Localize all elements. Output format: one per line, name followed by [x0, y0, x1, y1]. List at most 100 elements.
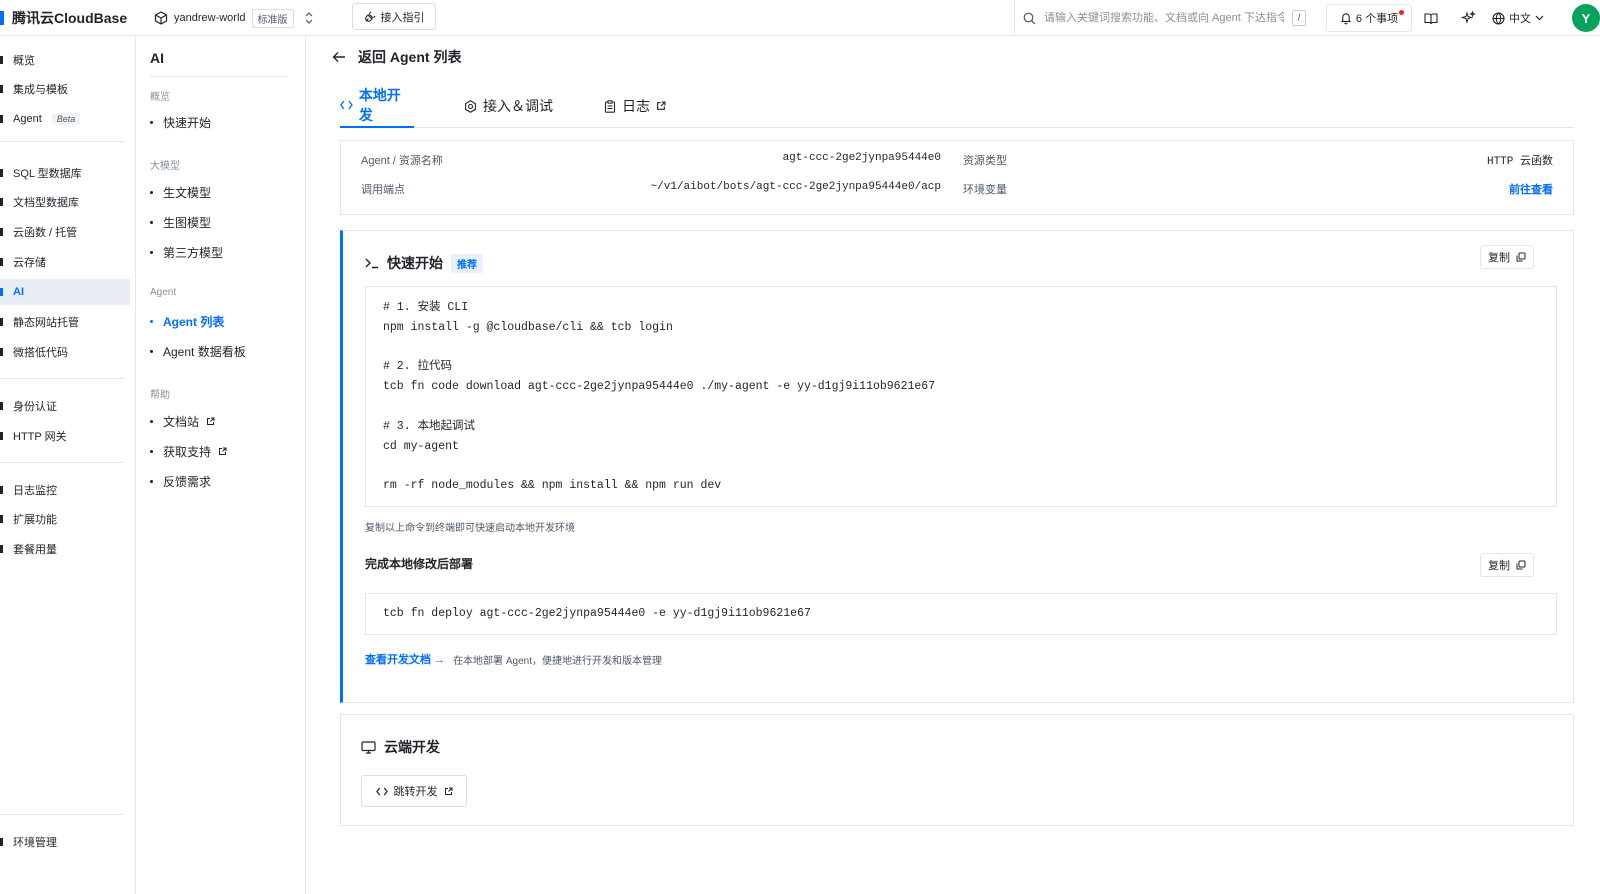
agent-info-card: Agent / 资源名称 agt-ccc-2ge2jynpa95444e0 资源… — [340, 140, 1574, 215]
jump-label: 跳转开发 — [393, 786, 438, 798]
subnav-item-agent-list[interactable]: Agent 列表 — [150, 313, 224, 330]
sidebar-item-log-monitor[interactable]: 日志监控 — [0, 477, 130, 503]
back-to-agent-list[interactable]: 返回 Agent 列表 — [332, 46, 461, 68]
dev-doc-description: 在本地部署 Agent，便捷地进行开发和版本管理 — [453, 655, 662, 667]
bell-icon — [1340, 12, 1352, 24]
sidebar-item-label: HTTP 网关 — [13, 431, 67, 443]
external-link-icon — [657, 101, 666, 110]
sidebar-item-agent[interactable]: Agent Beta — [0, 106, 130, 132]
resource-name-value: agt-ccc-2ge2jynpa95444e0 — [782, 152, 941, 164]
env-plan-badge: 标准版 — [251, 8, 294, 28]
search-shortcut-key: / — [1292, 10, 1306, 26]
subnav-group-label: 概览 — [150, 92, 170, 103]
avatar[interactable]: Y — [1572, 4, 1600, 32]
subnav-item-label: 第三方模型 — [163, 246, 224, 260]
sidebar-item-label: 概览 — [13, 55, 35, 67]
sidebar-item-static-hosting[interactable]: 静态网站托管 — [0, 309, 130, 335]
sidebar-item-label: Agent — [13, 113, 42, 125]
globe-icon — [1492, 11, 1505, 25]
docs-book-button[interactable] — [1422, 9, 1440, 27]
sidebar-item-ai[interactable]: AI — [0, 279, 130, 305]
sidebar-item-usage[interactable]: 套餐用量 — [0, 536, 130, 562]
brand-logo[interactable]: 腾讯云CloudBase — [0, 0, 127, 36]
sidebar-item-integrations[interactable]: 集成与模板 — [0, 76, 130, 102]
sidebar-item-label: 文档型数据库 — [13, 197, 79, 209]
terminal-icon — [365, 258, 378, 269]
cloud-dev-card: 云端开发 跳转开发 — [340, 714, 1574, 826]
subnav-item-feedback[interactable]: 反馈需求 — [150, 473, 211, 490]
subnav-item-support[interactable]: 获取支持 — [150, 443, 227, 460]
subnav-item-quickstart[interactable]: 快速开始 — [150, 114, 211, 131]
nav-divider — [0, 378, 124, 379]
tab-label: 接入＆调试 — [483, 98, 553, 114]
sidebar-item-label: AI — [13, 286, 24, 298]
deploy-code-block[interactable]: tcb fn deploy agt-ccc-2ge2jynpa95444e0 -… — [365, 593, 1557, 635]
subnav-item-agent-dashboard[interactable]: Agent 数据看板 — [150, 343, 246, 360]
sidebar-item-http-gateway[interactable]: HTTP 网关 — [0, 423, 130, 449]
nav-marker — [0, 85, 3, 93]
subnav-item-label: 文档站 — [163, 415, 200, 429]
quickstart-hint: 复制以上命令到终端即可快速启动本地开发环境 — [365, 523, 575, 534]
sidebar-item-label: 扩展功能 — [13, 514, 57, 526]
subnav-item-text-models[interactable]: 生文模型 — [150, 184, 211, 201]
language-label: 中文 — [1509, 13, 1531, 25]
sidebar-item-auth[interactable]: 身份认证 — [0, 393, 130, 419]
arrow-left-icon — [332, 52, 345, 62]
subnav-item-label: 反馈需求 — [163, 475, 212, 489]
env-vars-link[interactable]: 前往查看 — [1509, 181, 1553, 197]
search-input[interactable] — [1044, 12, 1284, 24]
sparkle-icon — [1460, 10, 1476, 24]
copy-label: 复制 — [1488, 252, 1510, 264]
sidebar-item-doc-db[interactable]: 文档型数据库 — [0, 189, 130, 215]
subnav-item-third-party-models[interactable]: 第三方模型 — [150, 244, 223, 261]
sidebar-item-env-management[interactable]: 环境管理 — [0, 829, 130, 855]
tab-local-dev[interactable]: 本地开发 — [340, 84, 414, 128]
tab-bar: 本地开发 接入＆调试 日志 — [340, 84, 1574, 128]
nav-divider — [0, 814, 124, 815]
code-line: tcb fn code download agt-ccc-2ge2jynpa95… — [383, 380, 936, 394]
env-selector[interactable]: yandrew-world 标准版 — [154, 7, 314, 29]
subnav-item-image-models[interactable]: 生图模型 — [150, 214, 211, 231]
nav-marker — [0, 486, 3, 494]
sub-navigation: AI 概览 快速开始 大模型 生文模型 生图模型 第三方模型 Agent Age… — [136, 36, 306, 894]
sidebar-item-label: 云存储 — [13, 257, 46, 269]
bullet-dot — [150, 350, 153, 353]
sidebar-item-storage[interactable]: 云存储 — [0, 249, 130, 275]
sidebar-item-lowcode[interactable]: 微搭低代码 — [0, 339, 130, 365]
sidebar-item-label: 微搭低代码 — [13, 347, 68, 359]
book-icon — [1424, 12, 1438, 24]
nav-marker — [0, 432, 3, 440]
guide-button[interactable]: 接入指引 — [352, 3, 436, 30]
language-selector[interactable]: 中文 — [1492, 8, 1544, 28]
nav-divider — [0, 462, 124, 463]
chevron-updown-icon — [305, 12, 312, 24]
sidebar-item-sql-db[interactable]: SQL 型数据库 — [0, 160, 130, 186]
subnav-item-label: Agent 列表 — [163, 315, 225, 329]
tab-integration-debug[interactable]: 接入＆调试 — [464, 84, 553, 128]
dev-doc-row: 查看开发文档 → 在本地部署 Agent，便捷地进行开发和版本管理 — [365, 651, 662, 667]
subnav-item-docs[interactable]: 文档站 — [150, 413, 215, 430]
sidebar-item-functions[interactable]: 云函数 / 托管 — [0, 219, 130, 245]
subnav-title: AI — [150, 50, 164, 66]
sidebar-item-extensions[interactable]: 扩展功能 — [0, 506, 130, 532]
tab-logs[interactable]: 日志 — [604, 84, 666, 128]
external-link-icon — [207, 417, 215, 425]
beta-badge: Beta — [51, 113, 81, 125]
jump-to-dev-button[interactable]: 跳转开发 — [361, 775, 467, 807]
copy-button[interactable]: 复制 — [1480, 245, 1534, 269]
nav-marker — [0, 545, 3, 553]
quickstart-code-block[interactable]: # 1. 安装 CLI npm install -g @cloudbase/cl… — [365, 286, 1557, 507]
dev-doc-link[interactable]: 查看开发文档 → — [365, 651, 445, 667]
code-line: # 1. 安装 CLI — [383, 301, 469, 314]
copy-deploy-button[interactable]: 复制 — [1480, 553, 1534, 577]
subnav-group-label: 帮助 — [150, 390, 170, 401]
bullet-dot — [150, 450, 153, 453]
ai-assistant-button[interactable] — [1459, 9, 1477, 27]
subnav-item-label: 获取支持 — [163, 445, 212, 459]
sidebar-item-label: 集成与模板 — [13, 84, 68, 96]
code-line: tcb fn deploy agt-ccc-2ge2jynpa95444e0 -… — [383, 607, 811, 621]
resource-type-value: HTTP 云函数 — [1486, 156, 1553, 168]
sidebar-item-overview[interactable]: 概览 — [0, 47, 130, 73]
nav-marker — [0, 198, 3, 206]
notifications-button[interactable]: 6 个事项 — [1326, 4, 1412, 32]
